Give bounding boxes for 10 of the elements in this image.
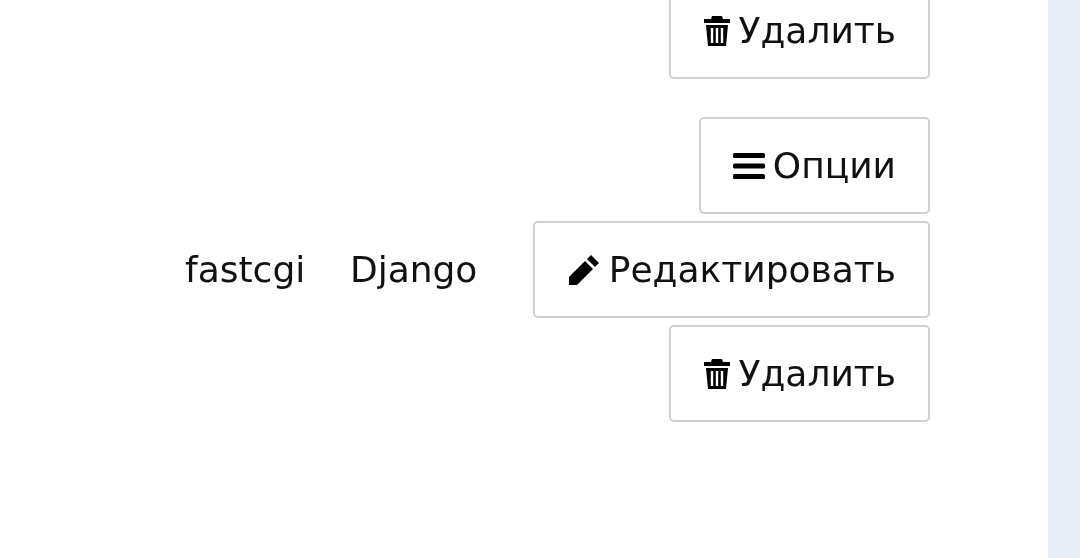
edit-button[interactable]: Редактировать [532, 221, 930, 318]
table-cell-text: fastcgi [185, 249, 307, 290]
trash-icon [702, 14, 731, 47]
trash-icon [702, 357, 731, 390]
pencil-icon [566, 252, 601, 287]
delete-button[interactable]: Удалить [668, 0, 930, 79]
table-cell-text: Django [349, 249, 479, 290]
delete-button[interactable]: Удалить [668, 325, 930, 422]
options-button[interactable]: Опции [698, 117, 930, 214]
menu-icon [732, 151, 765, 180]
